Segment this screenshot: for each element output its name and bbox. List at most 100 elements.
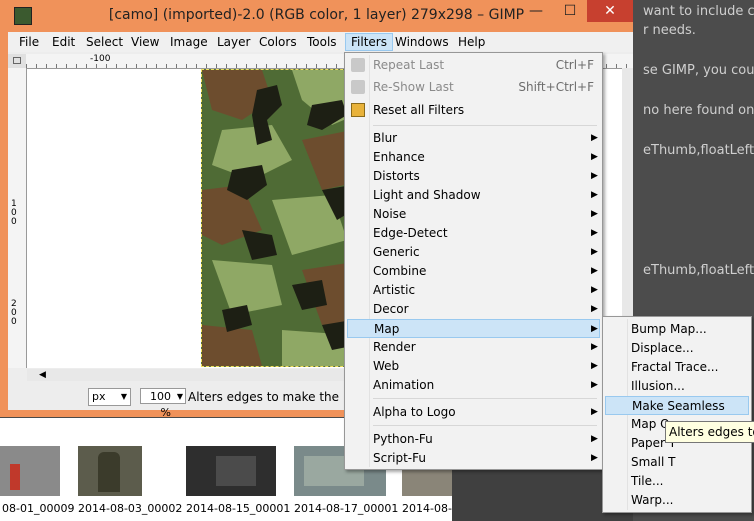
submenu-arrow-icon: ▶ [591,171,598,181]
menu-separator [373,425,597,426]
menu-item-label: Edge-Detect [373,226,448,240]
zoom-select[interactable]: 100 % ▼ [140,388,186,419]
menu-item-alpha-to-logo[interactable]: Alpha to Logo ▶ [347,403,600,422]
menu-windows[interactable]: Windows [390,34,454,50]
thumbnail[interactable] [0,446,60,496]
thumbnail-label: 2014-08-1 [402,502,459,515]
menu-item-label: Illusion... [631,379,685,393]
menu-item-label: Light and Shadow [373,188,481,202]
zoom-value: 100 % [150,390,171,419]
menu-item-illusion[interactable]: Illusion... [605,377,749,396]
close-button[interactable]: ✕ [587,0,633,22]
menu-item-repeat-last[interactable]: Repeat Last Ctrl+F [347,56,600,75]
menu-edit[interactable]: Edit [47,34,80,50]
thumbnail-label: 2014-08-17_00001 [294,502,399,515]
menu-item-label: Make Seamless [632,399,725,413]
submenu-arrow-icon: ▶ [591,342,598,352]
menu-item-label: Artistic [373,283,416,297]
bg-text-line: se GIMP, you coul [643,63,754,78]
thumbnail[interactable] [78,446,142,496]
menu-tools[interactable]: Tools [302,34,342,50]
menu-item-web[interactable]: Web ▶ [347,357,600,376]
menu-item-python-fu[interactable]: Python-Fu ▶ [347,430,600,449]
menu-item-label: Small T [631,455,676,469]
maximize-button[interactable]: ☐ [553,0,587,22]
repeat-icon [351,58,365,72]
map-submenu: Bump Map... Displace... Fractal Trace...… [602,316,752,513]
menu-item-warp[interactable]: Warp... [605,491,749,510]
ruler-tick-label: 100 [11,199,17,227]
submenu-arrow-icon: ▶ [591,285,598,295]
bg-text-line: eThumb,floatLeft;S [643,263,754,278]
menu-item-label: Web [373,359,400,373]
menu-item-label: Fractal Trace... [631,360,719,374]
menu-item-shortcut: Ctrl+F [555,58,594,72]
vertical-ruler[interactable]: 100 200 [8,68,27,368]
menu-item-label: Decor [373,302,409,316]
thumbnail-label: 2014-08-03_00002 [78,502,183,515]
menu-layer[interactable]: Layer [212,34,255,50]
menu-item-edge-detect[interactable]: Edge-Detect ▶ [347,224,600,243]
scroll-left-arrow-icon[interactable]: ◀ [39,370,46,380]
menu-separator [373,125,597,126]
bg-text-line: eThumb,floatLeft;c [643,143,754,158]
ruler-tick-label: -100 [90,54,111,64]
submenu-arrow-icon: ▶ [591,380,598,390]
bg-text-line: no here found on g [643,103,754,118]
menu-colors[interactable]: Colors [254,34,302,50]
menu-item-decor[interactable]: Decor ▶ [347,300,600,319]
menu-item-label: Noise [373,207,407,221]
menu-view[interactable]: View [126,34,164,50]
menu-item-label: Tile... [631,474,664,488]
menu-item-label: Blur [373,131,398,145]
minimize-button[interactable]: — [519,0,553,22]
menu-item-shortcut: Shift+Ctrl+F [518,80,594,94]
menu-item-distorts[interactable]: Distorts ▶ [347,167,600,186]
menu-item-label: Script-Fu [373,451,426,465]
menu-item-label: Warp... [631,493,674,507]
menu-item-map[interactable]: Map ▶ [347,319,600,338]
menu-file[interactable]: File [14,34,44,50]
menu-item-small-tiles[interactable]: Small T [605,453,749,472]
menu-item-enhance[interactable]: Enhance ▶ [347,148,600,167]
menu-item-generic[interactable]: Generic ▶ [347,243,600,262]
menu-item-noise[interactable]: Noise ▶ [347,205,600,224]
menu-item-script-fu[interactable]: Script-Fu ▶ [347,449,600,468]
menu-item-reset-all-filters[interactable]: Reset all Filters [347,101,600,120]
menu-item-artistic[interactable]: Artistic ▶ [347,281,600,300]
title-bar[interactable]: [camo] (imported)-2.0 (RGB color, 1 laye… [0,0,633,32]
thumbnail[interactable] [186,446,276,496]
menu-item-label: Enhance [373,150,425,164]
menu-item-label: Displace... [631,341,694,355]
menu-item-label: Distorts [373,169,420,183]
menu-item-make-seamless[interactable]: Make Seamless [605,396,749,415]
menu-item-reshow-last[interactable]: Re-Show Last Shift+Ctrl+F [347,78,600,97]
camo-image[interactable] [201,69,368,367]
chevron-down-icon: ▼ [120,392,127,401]
menu-item-bump-map[interactable]: Bump Map... [605,320,749,339]
menu-item-displace[interactable]: Displace... [605,339,749,358]
submenu-arrow-icon: ▶ [591,266,598,276]
menu-item-render[interactable]: Render ▶ [347,338,600,357]
menu-item-fractal-trace[interactable]: Fractal Trace... [605,358,749,377]
menu-item-label: Render [373,340,416,354]
menu-select[interactable]: Select [81,34,128,50]
menu-item-light-and-shadow[interactable]: Light and Shadow ▶ [347,186,600,205]
thumbnail-label: 2014-08-15_00001 [186,502,291,515]
canvas-menu-button[interactable] [8,54,26,68]
menu-item-label: Map [374,322,400,336]
menu-filters[interactable]: Filters [345,33,393,51]
menu-item-combine[interactable]: Combine ▶ [347,262,600,281]
thumbnail-label: 08-01_00009 [2,502,75,515]
menu-item-label: Repeat Last [373,58,445,72]
menu-item-animation[interactable]: Animation ▶ [347,376,600,395]
menu-image[interactable]: Image [165,34,213,50]
reshow-icon [351,80,365,94]
menu-item-tile[interactable]: Tile... [605,472,749,491]
menu-help[interactable]: Help [453,34,490,50]
submenu-arrow-icon: ▶ [591,209,598,219]
submenu-arrow-icon: ▶ [591,152,598,162]
unit-select[interactable]: px ▼ [88,388,131,406]
submenu-arrow-icon: ▶ [591,407,598,417]
menu-item-blur[interactable]: Blur ▶ [347,129,600,148]
